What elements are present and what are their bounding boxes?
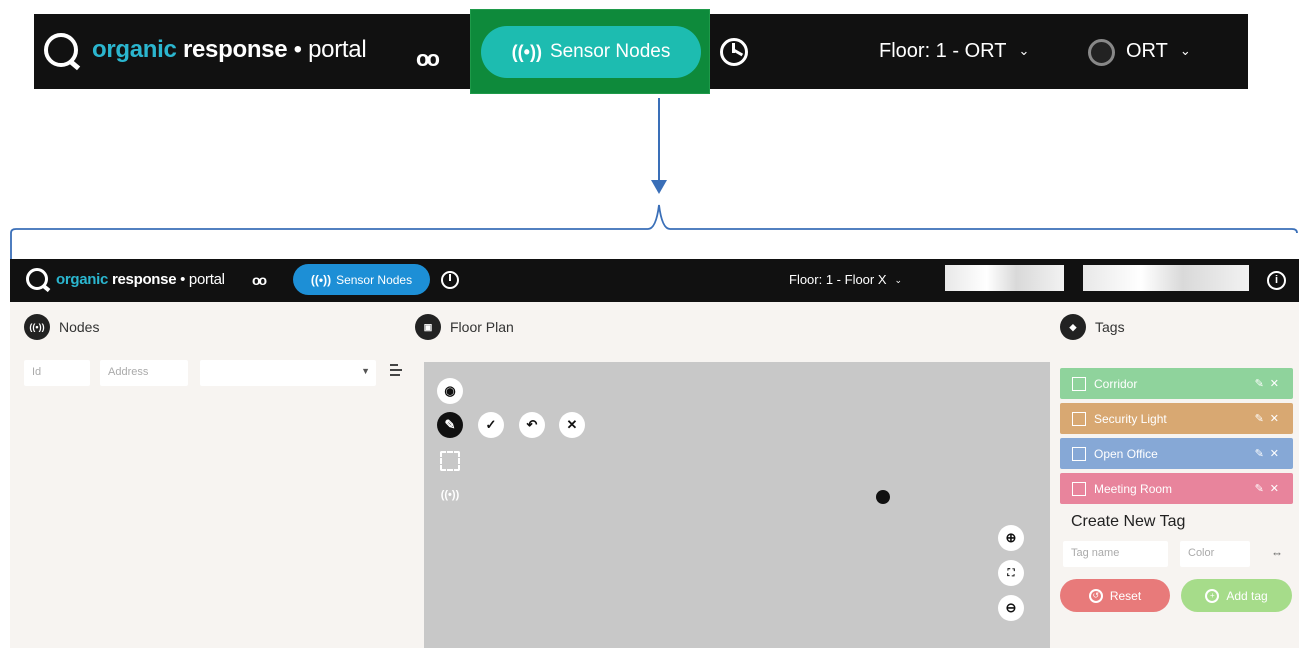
tag-actions-icon[interactable]: ✎✕ <box>1255 482 1285 495</box>
reset-icon: ↺ <box>1088 588 1103 603</box>
brand-text: organic response • portal <box>92 36 367 63</box>
tags-title: Tags <box>1095 319 1125 335</box>
chevron-down-icon: ⌄ <box>1179 43 1191 58</box>
brand-text: organic response • portal <box>56 270 225 288</box>
callout-brace <box>10 204 1298 260</box>
caret-down-icon: ▼ <box>361 366 370 376</box>
reset-button[interactable]: ↺ Reset <box>1060 579 1170 612</box>
brand-logo[interactable]: organic response • portal <box>44 33 367 67</box>
redacted-field <box>1083 265 1249 291</box>
app-screenshot: organic response • portal oo ((•)) Senso… <box>10 259 1299 648</box>
sort-icon[interactable] <box>390 364 402 380</box>
app-navbar: organic response • portal oo ((•)) Senso… <box>10 259 1299 302</box>
logo-mark-icon <box>44 33 78 67</box>
tag-label: Open Office <box>1094 446 1158 461</box>
tag-item[interactable]: Open Office ✎✕ <box>1060 438 1293 469</box>
visibility-icon[interactable]: ◉ <box>437 378 463 404</box>
clock-icon[interactable] <box>441 271 459 289</box>
sensor-signal-icon: ((•)) <box>310 272 332 287</box>
nodes-header: ((•)) Nodes <box>24 314 99 340</box>
confirm-icon[interactable]: ✓ <box>478 412 504 438</box>
swap-icon[interactable]: ⇔ <box>1271 546 1283 560</box>
nodes-title: Nodes <box>59 319 100 335</box>
tag-item[interactable]: Corridor ✎✕ <box>1060 368 1293 399</box>
chevron-down-icon: ⌄ <box>1018 43 1030 58</box>
glasses-icon[interactable]: oo <box>416 46 440 72</box>
floor-selector[interactable]: Floor: 1 - Floor X ⌄ <box>789 272 902 287</box>
tags-header: ◆ Tags <box>1060 314 1125 340</box>
brand-logo[interactable]: organic response • portal <box>26 268 225 290</box>
tag-item[interactable]: Meeting Room ✎✕ <box>1060 473 1293 504</box>
tag-label: Meeting Room <box>1094 481 1173 496</box>
tag-name-input[interactable]: Tag name <box>1063 541 1168 567</box>
tag-checkbox[interactable] <box>1072 481 1086 496</box>
connector-line <box>658 98 660 182</box>
connector-arrow-icon <box>651 180 667 194</box>
nodes-signal-icon: ((•)) <box>24 314 50 340</box>
tag-checkbox[interactable] <box>1072 446 1086 461</box>
tag-label: Security Light <box>1094 411 1167 426</box>
sensor-signal-icon: ((•)) <box>511 41 542 62</box>
tag-item[interactable]: Security Light ✎✕ <box>1060 403 1293 434</box>
tag-icon: ◆ <box>1060 314 1086 340</box>
add-tag-button[interactable]: + Add tag <box>1181 579 1292 612</box>
zoom-in-icon[interactable]: ⊕ <box>998 525 1024 551</box>
tag-color-input[interactable]: Color <box>1180 541 1250 567</box>
sensor-nodes-label: Sensor Nodes <box>549 41 671 62</box>
sensor-signal-icon[interactable]: ((•)) <box>437 482 463 508</box>
tag-checkbox[interactable] <box>1072 411 1086 426</box>
edit-icon[interactable]: ✎ <box>437 412 463 438</box>
floor-plan-header: ▣ Floor Plan <box>415 314 514 340</box>
node-id-input[interactable]: Id <box>24 360 90 386</box>
glasses-icon[interactable]: oo <box>252 272 267 288</box>
tag-checkbox[interactable] <box>1072 376 1086 391</box>
tag-actions-icon[interactable]: ✎✕ <box>1255 447 1285 460</box>
cancel-icon[interactable]: ✕ <box>559 412 585 438</box>
node-address-input[interactable]: Address <box>100 360 188 386</box>
redacted-field <box>945 265 1064 291</box>
info-icon[interactable]: i <box>1267 271 1286 290</box>
zoom-out-icon[interactable]: ⊖ <box>998 595 1024 621</box>
clock-icon[interactable] <box>720 38 748 66</box>
tag-actions-icon[interactable]: ✎✕ <box>1255 412 1285 425</box>
user-menu-zoomed[interactable]: ORT ⌄ <box>1126 40 1191 63</box>
fit-screen-icon[interactable]: ⛶ <box>998 560 1024 586</box>
select-area-icon[interactable] <box>440 451 460 471</box>
tag-actions-icon[interactable]: ✎✕ <box>1255 377 1285 390</box>
logo-mark-icon <box>26 268 48 290</box>
sensor-nodes-label: Sensor Nodes <box>336 272 413 287</box>
undo-icon[interactable]: ↶ <box>519 412 545 438</box>
add-icon: + <box>1205 588 1220 603</box>
node-filter-select[interactable]: ▼ <box>200 360 376 386</box>
sensor-nodes-button-zoomed[interactable]: ((•)) Sensor Nodes <box>481 26 701 78</box>
tag-label: Corridor <box>1094 376 1138 391</box>
chevron-down-icon: ⌄ <box>894 275 903 285</box>
sensor-node-marker[interactable] <box>876 490 890 504</box>
user-avatar-icon[interactable] <box>1088 39 1115 66</box>
floor-selector-zoomed[interactable]: Floor: 1 - ORT ⌄ <box>879 40 1029 63</box>
floor-plan-title: Floor Plan <box>450 319 514 335</box>
create-tag-title: Create New Tag <box>1071 513 1186 530</box>
floor-plan-canvas[interactable]: ◉ ✎ ✓ ↶ ✕ ((•)) ⊕ ⛶ ⊖ <box>424 362 1050 648</box>
sensor-nodes-button[interactable]: ((•)) Sensor Nodes <box>293 264 430 295</box>
map-icon: ▣ <box>415 314 441 340</box>
